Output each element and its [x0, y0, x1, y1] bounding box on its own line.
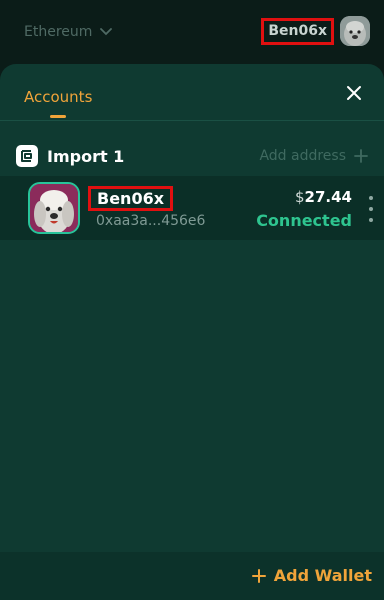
wallet-group-title: Import 1	[47, 146, 125, 166]
plus-icon	[251, 568, 266, 583]
account-row[interactable]: Ben06x 0xaa3a...456e6 $27.44 Connected	[0, 176, 384, 240]
network-selector[interactable]: Ethereum	[24, 22, 113, 42]
tab-active-indicator	[50, 115, 66, 118]
tab-accounts[interactable]: Accounts	[24, 88, 92, 106]
panel-footer: Add Wallet	[0, 552, 384, 600]
add-address-label: Add address	[259, 148, 346, 164]
wallet-group-header: Import 1 Add address	[16, 144, 368, 168]
add-wallet-label: Add Wallet	[273, 566, 372, 585]
connection-status: Connected	[256, 211, 352, 230]
close-icon[interactable]	[346, 85, 362, 101]
network-label: Ethereum	[24, 24, 93, 40]
tab-bar: Accounts	[0, 64, 384, 121]
more-options-icon[interactable]	[368, 196, 374, 222]
import-wallet-icon	[16, 145, 38, 167]
chevron-down-icon	[100, 28, 113, 36]
account-address: 0xaa3a...456e6	[96, 213, 206, 229]
account-balance: $27.44	[295, 188, 352, 206]
avatar[interactable]	[340, 16, 370, 46]
dog-avatar-icon	[30, 184, 78, 232]
plus-icon	[354, 149, 368, 163]
balance-value: 27.44	[304, 188, 352, 206]
accounts-panel: Accounts Import 1 Add address Ben06x 0xa…	[0, 64, 384, 600]
username-label: Ben06x	[261, 17, 334, 45]
account-name: Ben06x	[88, 186, 174, 211]
account-avatar	[28, 182, 80, 234]
user-chip[interactable]: Ben06x	[261, 16, 370, 46]
top-bar: Ethereum Ben06x	[0, 0, 384, 64]
add-address-button[interactable]: Add address	[259, 148, 368, 164]
balance-currency: $	[295, 188, 305, 206]
add-wallet-button[interactable]: Add Wallet	[251, 566, 372, 585]
dog-avatar-icon	[340, 16, 370, 46]
